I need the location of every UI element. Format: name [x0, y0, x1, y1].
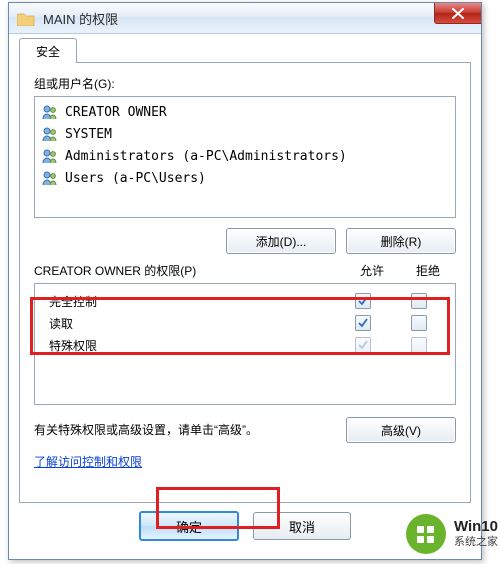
allow-checkbox[interactable] [355, 315, 371, 331]
dialog-footer: 确定 取消 [19, 509, 471, 543]
learn-link[interactable]: 了解访问控制和权限 [34, 453, 142, 470]
ok-button[interactable]: 确定 [139, 511, 239, 541]
perm-name: 特殊权限 [43, 337, 335, 354]
advanced-button[interactable]: 高级(V) [346, 417, 456, 443]
deny-checkbox[interactable] [411, 315, 427, 331]
special-permissions-text: 有关特殊权限或高级设置，请单击“高级”。 [34, 421, 346, 439]
list-item[interactable]: SYSTEM [41, 123, 449, 145]
permissions-label: CREATOR OWNER 的权限(P) [34, 262, 344, 279]
add-button[interactable]: 添加(D)... [226, 228, 336, 254]
tab-panel: 组或用户名(G): CREATOR OWNER SYSTEM [19, 62, 471, 503]
list-item-label: Administrators (a-PC\Administrators) [65, 149, 347, 164]
close-button[interactable] [434, 3, 481, 24]
list-item-label: Users (a-PC\Users) [65, 171, 206, 186]
perm-row: 读取 [43, 312, 447, 334]
folder-icon [17, 11, 35, 26]
user-icon [41, 103, 59, 121]
check-icon [358, 318, 368, 328]
brand-text-2: 系统之家 [454, 535, 498, 549]
list-item-label: CREATOR OWNER [65, 105, 167, 120]
perm-row: 特殊权限 [43, 334, 447, 356]
list-item-label: SYSTEM [65, 127, 112, 142]
brand-text-1: Win10 [454, 519, 498, 535]
col-allow-header: 允许 [344, 262, 400, 279]
list-item[interactable]: Users (a-PC\Users) [41, 167, 449, 189]
user-icon [41, 169, 59, 187]
perm-row: 完全控制 [43, 290, 447, 312]
perm-name: 完全控制 [43, 293, 335, 310]
deny-checkbox[interactable] [411, 293, 427, 309]
perm-name: 读取 [43, 315, 335, 332]
allow-checkbox [355, 337, 371, 353]
user-icon [41, 147, 59, 165]
tab-security[interactable]: 安全 [19, 38, 77, 63]
tabstrip: 安全 [19, 39, 471, 63]
group-users-label: 组或用户名(G): [34, 75, 456, 92]
titlebar[interactable]: MAIN 的权限 [9, 3, 481, 34]
list-item[interactable]: CREATOR OWNER [41, 101, 449, 123]
brand-logo-icon [406, 514, 446, 554]
cancel-button[interactable]: 取消 [253, 512, 351, 540]
check-icon [358, 340, 368, 350]
check-icon [358, 296, 368, 306]
window-title: MAIN 的权限 [43, 9, 118, 28]
allow-checkbox[interactable] [355, 293, 371, 309]
permissions-dialog: MAIN 的权限 安全 组或用户名(G): CREATOR OWNER [8, 2, 482, 560]
user-icon [41, 125, 59, 143]
watermark: Win10 系统之家 [406, 514, 498, 554]
list-item[interactable]: Administrators (a-PC\Administrators) [41, 145, 449, 167]
close-icon [452, 8, 464, 19]
deny-checkbox [411, 337, 427, 353]
user-list[interactable]: CREATOR OWNER SYSTEM Administrators (a-P… [34, 96, 456, 218]
remove-button[interactable]: 删除(R) [346, 228, 456, 254]
permissions-list: 完全控制 读取 特殊权限 [34, 283, 456, 405]
col-deny-header: 拒绝 [400, 262, 456, 279]
